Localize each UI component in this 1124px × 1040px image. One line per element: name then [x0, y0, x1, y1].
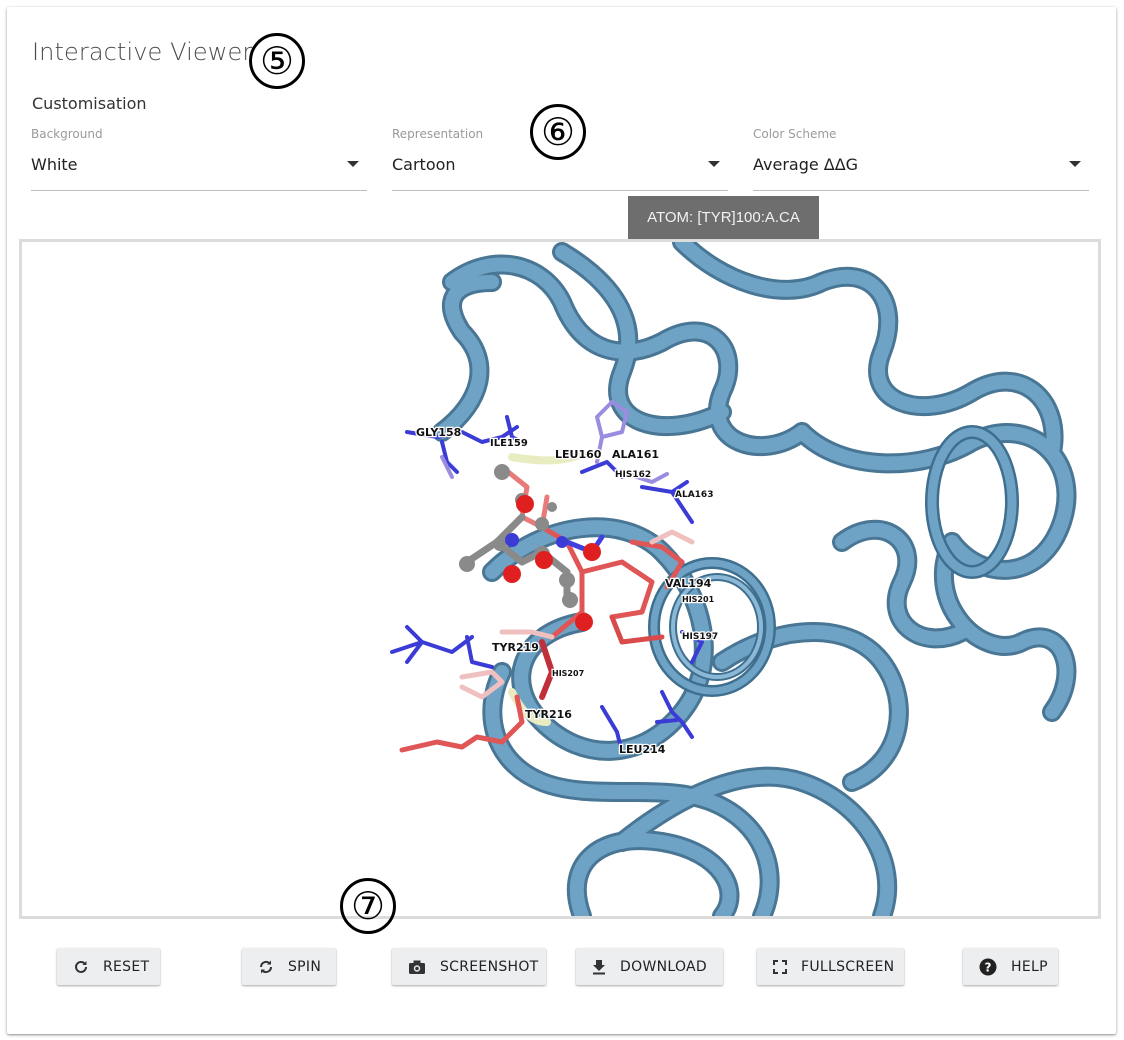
residue-label: HIS207	[552, 669, 584, 678]
page-title: Interactive Viewer	[32, 38, 253, 66]
color-scheme-value: Average ΔΔG	[753, 155, 859, 174]
sync-icon	[258, 958, 274, 976]
callout-marker-5: ⑤	[249, 33, 305, 89]
download-icon	[592, 958, 606, 976]
help-button[interactable]: ? HELP	[963, 948, 1058, 985]
section-subtitle: Customisation	[32, 94, 147, 113]
select-underline	[753, 190, 1089, 191]
background-label: Background	[31, 127, 103, 141]
residue-label: TYR219	[492, 641, 539, 654]
molecule-viewer-canvas[interactable]: GLY158 ILE159 LEU160 ALA161 HIS162 ALA16…	[19, 239, 1101, 919]
residue-label: LEU214	[619, 743, 666, 756]
svg-text:?: ?	[985, 960, 992, 974]
residue-label: VAL194	[665, 577, 712, 590]
background-select[interactable]: Background White	[31, 127, 367, 191]
representation-select[interactable]: Representation Cartoon	[392, 127, 728, 191]
residue-label: HIS197	[682, 632, 718, 642]
caret-down-icon[interactable]	[708, 161, 720, 167]
residue-label: GLY158	[416, 426, 461, 439]
spin-label: SPIN	[288, 958, 322, 975]
representation-value: Cartoon	[392, 155, 456, 174]
reset-button[interactable]: RESET	[57, 948, 160, 985]
atom-tooltip: ATOM: [TYR]100:A.CA	[628, 196, 819, 239]
residue-sticks-blue	[390, 415, 704, 754]
caret-down-icon[interactable]	[1069, 161, 1081, 167]
residue-label: LEU160	[555, 448, 602, 461]
residue-label: HIS162	[615, 470, 651, 480]
screenshot-label: SCREENSHOT	[440, 958, 539, 975]
camera-icon	[408, 958, 426, 976]
fullscreen-label: FULLSCREEN	[801, 958, 895, 975]
residue-label: ILE159	[490, 438, 528, 449]
reset-label: RESET	[103, 958, 150, 975]
color-scheme-select[interactable]: Color Scheme Average ΔΔG	[753, 127, 1089, 191]
protein-structure-render[interactable]: GLY158 ILE159 LEU160 ALA161 HIS162 ALA16…	[22, 242, 1098, 916]
screenshot-button[interactable]: SCREENSHOT	[392, 948, 546, 985]
help-icon: ?	[979, 958, 997, 976]
select-underline	[31, 190, 367, 191]
callout-marker-7: ⑦	[340, 878, 396, 934]
color-scheme-label: Color Scheme	[753, 127, 837, 141]
residue-label: ALA163	[675, 490, 713, 500]
fullscreen-icon	[773, 958, 787, 976]
background-value: White	[31, 155, 78, 174]
download-button[interactable]: DOWNLOAD	[576, 948, 723, 985]
residue-label: TYR216	[525, 708, 572, 721]
spin-button[interactable]: SPIN	[242, 948, 336, 985]
refresh-icon	[73, 958, 89, 976]
caret-down-icon[interactable]	[347, 161, 359, 167]
residue-label: ALA161	[612, 448, 659, 461]
representation-label: Representation	[392, 127, 484, 141]
select-underline	[392, 190, 728, 191]
residue-label: HIS201	[682, 595, 715, 604]
fullscreen-button[interactable]: FULLSCREEN	[757, 948, 904, 985]
download-label: DOWNLOAD	[620, 958, 707, 975]
help-label: HELP	[1011, 958, 1048, 975]
